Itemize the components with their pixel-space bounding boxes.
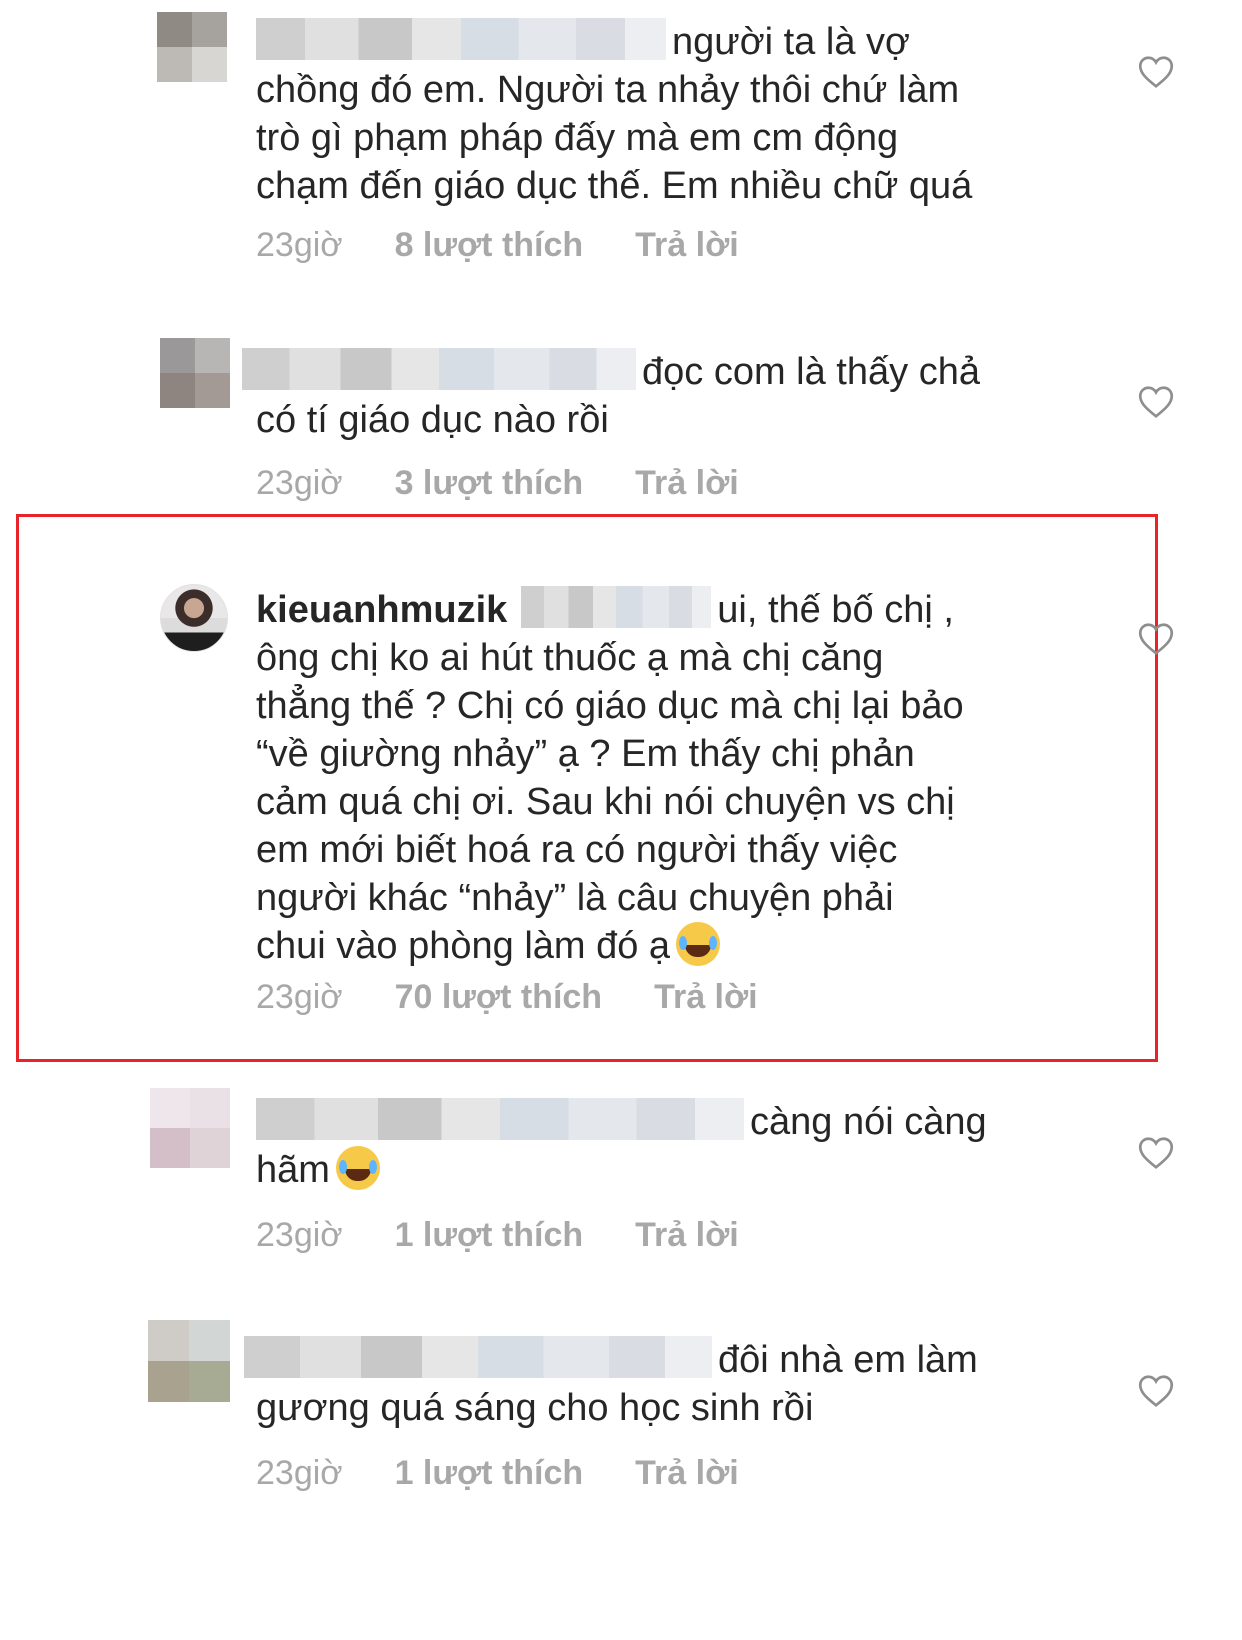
reply-button[interactable]: Trả lời bbox=[635, 464, 739, 502]
comment-meta: 23giờ 1 lượt thích Trả lời bbox=[256, 1216, 791, 1255]
username[interactable]: kieuanhmuzik bbox=[256, 589, 507, 631]
likes-count[interactable]: 3 lượt thích bbox=[395, 464, 584, 502]
reply-button[interactable]: Trả lời bbox=[654, 978, 758, 1016]
avatar[interactable] bbox=[160, 584, 228, 652]
likes-count[interactable]: 1 lượt thích bbox=[395, 1216, 584, 1254]
heart-icon[interactable] bbox=[1138, 385, 1174, 419]
reply-button[interactable]: Trả lời bbox=[635, 1216, 739, 1254]
heart-icon[interactable] bbox=[1138, 1136, 1174, 1170]
timestamp: 23giờ bbox=[256, 464, 343, 502]
timestamp: 23giờ bbox=[256, 226, 343, 264]
reply-button[interactable]: Trả lời bbox=[635, 226, 739, 264]
timestamp: 23giờ bbox=[256, 1216, 343, 1254]
redacted-username bbox=[256, 18, 666, 60]
likes-count[interactable]: 8 lượt thích bbox=[395, 226, 584, 264]
redacted-username bbox=[256, 1098, 744, 1140]
heart-icon[interactable] bbox=[1138, 1374, 1174, 1408]
timestamp: 23giờ bbox=[256, 978, 343, 1016]
likes-count[interactable]: 70 lượt thích bbox=[395, 978, 603, 1016]
likes-count[interactable]: 1 lượt thích bbox=[395, 1454, 584, 1492]
comment-text: người ta là vợ chồng đó em. Người ta nhả… bbox=[256, 18, 1076, 210]
avatar[interactable] bbox=[150, 1088, 230, 1168]
avatar[interactable] bbox=[148, 1320, 230, 1402]
redacted-username bbox=[521, 586, 712, 628]
comment-text: kieuanhmuzik ui, thế bố chị , ông chị ko … bbox=[256, 586, 1076, 970]
avatar[interactable] bbox=[160, 338, 230, 408]
reply-button[interactable]: Trả lời bbox=[635, 1454, 739, 1492]
timestamp: 23giờ bbox=[256, 1454, 343, 1492]
comment-meta: 23giờ 3 lượt thích Trả lời bbox=[256, 464, 791, 503]
comment-meta: 23giờ 70 lượt thích Trả lời bbox=[256, 978, 810, 1017]
face-with-tears-of-joy-icon bbox=[676, 922, 721, 966]
face-with-tears-of-joy-icon bbox=[335, 1146, 380, 1190]
comment-text: càng nói càng hãm bbox=[256, 1098, 1076, 1194]
avatar[interactable] bbox=[157, 12, 227, 82]
comment-text: đôi nhà em làm gương quá sáng cho học si… bbox=[244, 1336, 1076, 1432]
comment-text: đọc com là thấy chả có tí giáo dục nào r… bbox=[242, 348, 1076, 444]
heart-icon[interactable] bbox=[1138, 622, 1174, 656]
comment-meta: 23giờ 8 lượt thích Trả lời bbox=[256, 226, 791, 265]
heart-icon[interactable] bbox=[1138, 55, 1174, 89]
redacted-username bbox=[244, 1336, 712, 1378]
comment-meta: 23giờ 1 lượt thích Trả lời bbox=[256, 1454, 791, 1493]
redacted-username bbox=[242, 348, 636, 390]
